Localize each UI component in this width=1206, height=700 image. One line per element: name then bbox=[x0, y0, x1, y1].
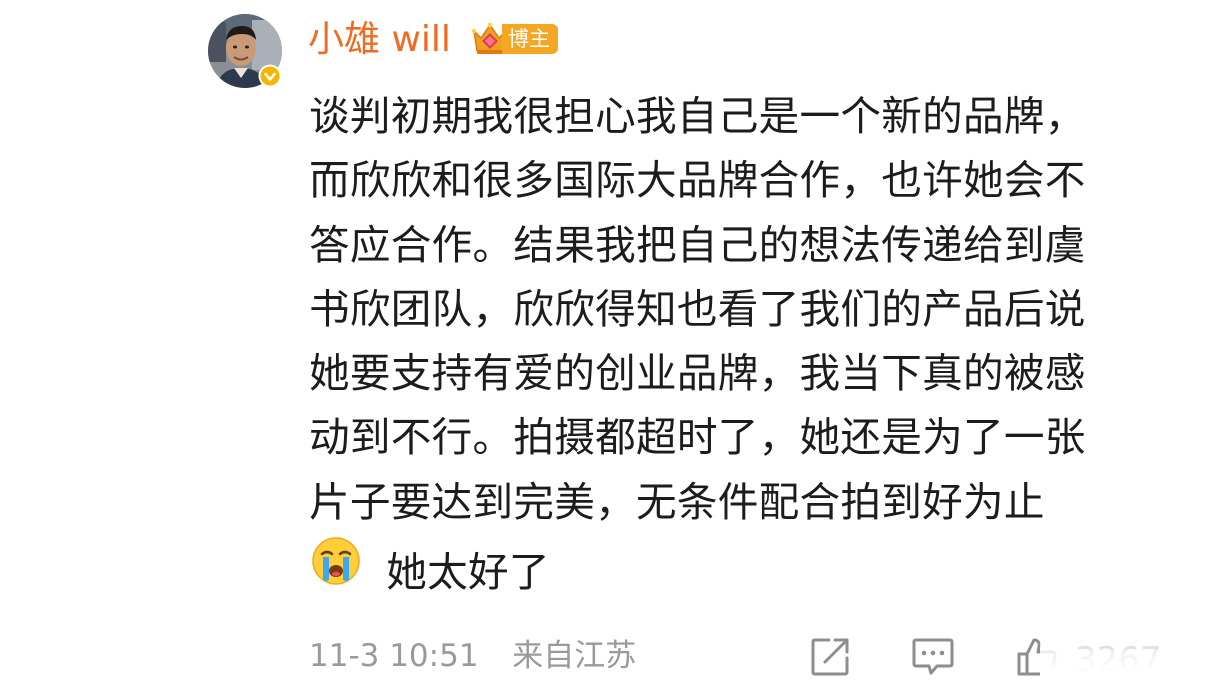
reply-button[interactable] bbox=[911, 628, 955, 684]
comment-last-text: 她太好了 bbox=[386, 548, 550, 597]
comment-footer: 11-3 10:51 来自江苏 3267 bbox=[309, 628, 1206, 684]
blogger-badge: 博主 bbox=[470, 19, 566, 59]
crying-face-icon bbox=[312, 537, 360, 585]
verified-badge-icon bbox=[258, 64, 282, 88]
like-count: 3267 bbox=[1075, 640, 1162, 680]
author-name[interactable]: 小雄 will bbox=[308, 14, 451, 66]
comment-meta: 11-3 10:51 来自江苏 bbox=[309, 632, 636, 680]
comment-line: 动到不行。拍摄都超时了，她还是为了一张 bbox=[309, 413, 1086, 462]
badge-label: 博主 bbox=[502, 24, 558, 54]
comment-line: 谈判初期我很担心我自己是一个新的品牌， bbox=[309, 92, 1086, 140]
comment-card: 小雄 will 博主 谈判初期我很担心我自己是一个新的品牌， 而欣欣和很多国际大… bbox=[0, 0, 1206, 700]
timestamp: 11-3 10:51 bbox=[309, 638, 479, 674]
share-button[interactable] bbox=[809, 628, 853, 684]
post-source: 来自江苏 bbox=[512, 638, 637, 674]
like-button[interactable]: 3267 bbox=[1015, 628, 1162, 684]
comment-line: 片子要达到完美，无条件配合拍到好为止 bbox=[309, 477, 1045, 526]
comment-line: 书欣团队，欣欣得知也看了我们的产品后说 bbox=[309, 284, 1086, 333]
avatar[interactable] bbox=[208, 14, 282, 88]
comment-line-last: 她太好了 bbox=[309, 534, 1169, 598]
comment-text: 谈判初期我很担心我自己是一个新的品牌， 而欣欣和很多国际大品牌合作，也许她会不 … bbox=[309, 84, 1169, 598]
comment-line: 答应合作。结果我把自己的想法传递给到虞 bbox=[309, 220, 1086, 269]
share-icon bbox=[811, 638, 849, 676]
comment-icon bbox=[912, 638, 954, 675]
thumbs-up-icon bbox=[1017, 638, 1057, 676]
comment-line: 她要支持有爱的创业品牌，我当下真的被感 bbox=[309, 349, 1086, 398]
comment-line: 而欣欣和很多国际大品牌合作，也许她会不 bbox=[309, 156, 1086, 205]
